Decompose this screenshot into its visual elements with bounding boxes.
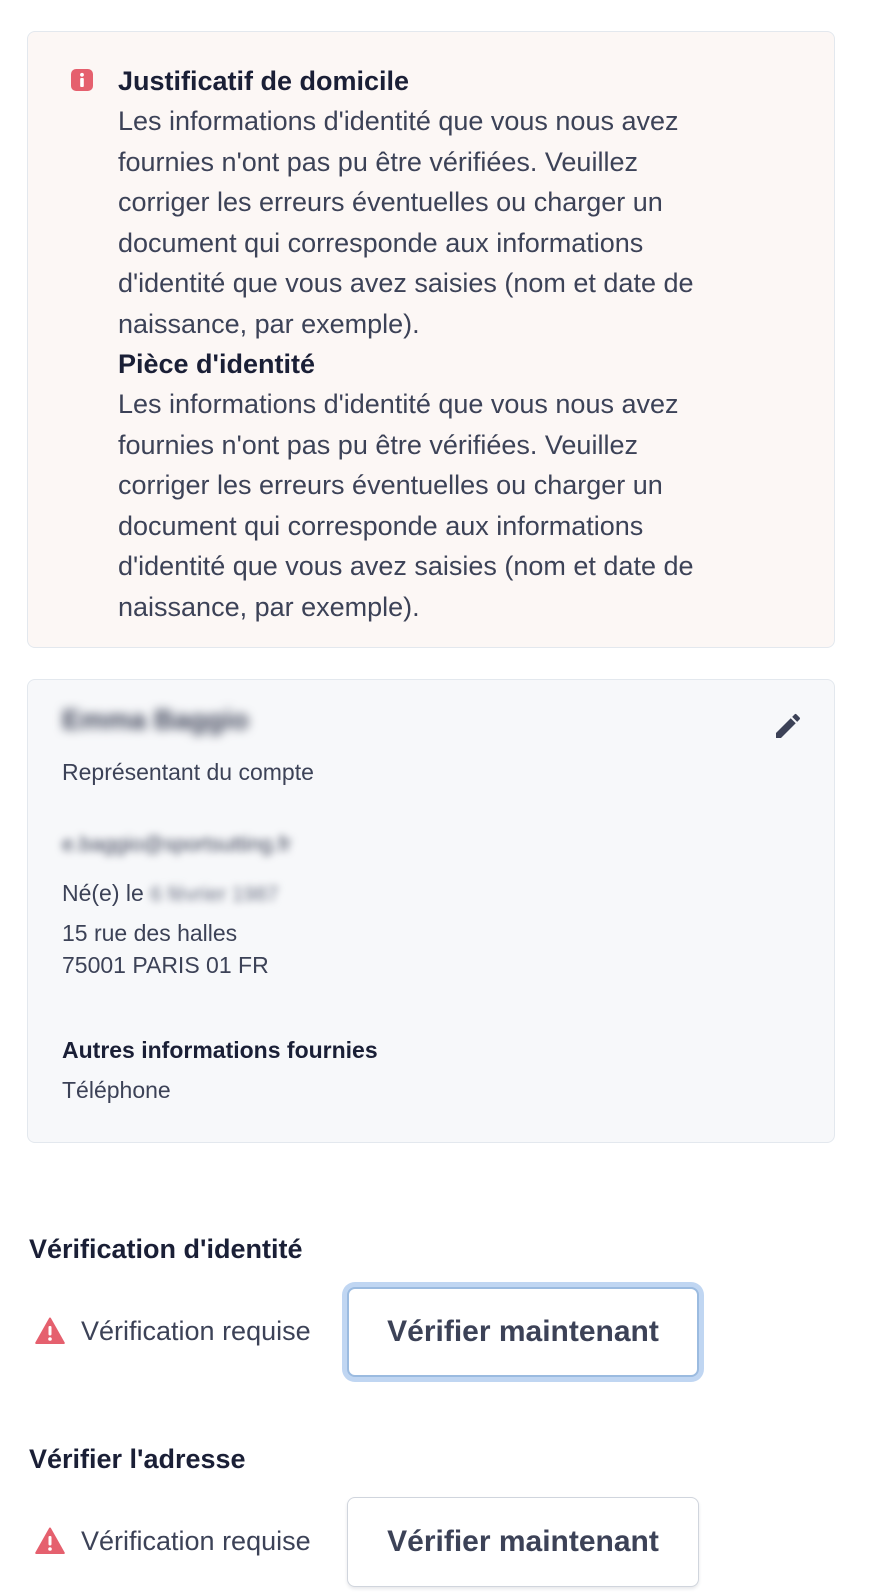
alert-text-proof-of-address: Les informations d'identité que vous nou… (118, 101, 808, 344)
alert-text-line: corriger les erreurs éventuelles ou char… (118, 470, 663, 500)
identity-verification-status: Vérification requise (35, 1311, 311, 1351)
account-representative-card: Emma Baggio Représentant du compte e.bag… (27, 679, 835, 1143)
alert-text-line: fournies n'ont pas pu être vérifiées. Ve… (118, 146, 638, 177)
person-name: Emma Baggio (62, 704, 249, 735)
alert-text-line: document qui corresponde aux information… (118, 510, 644, 541)
alert-title-proof-of-address: Justificatif de domicile (118, 66, 410, 96)
alert-text-line: Les informations d'identité que vous nou… (118, 389, 679, 419)
pencil-icon[interactable] (772, 710, 804, 742)
status-text: Vérification requise (81, 1525, 311, 1556)
alert-text-line: fournies n'ont pas pu être vérifiées. Ve… (118, 429, 638, 460)
verify-identity-button[interactable]: Vérifier maintenant (347, 1287, 699, 1377)
page: Justificatif de domicile Les information… (0, 0, 880, 1594)
verify-address-button[interactable]: Vérifier maintenant (347, 1497, 699, 1587)
status-text: Vérification requise (81, 1315, 311, 1346)
other-info-title: Autres informations fournies (62, 1037, 378, 1063)
person-email: e.baggio@sportsutting.fr (62, 833, 292, 856)
address-line-1: 15 rue des halles (62, 920, 238, 946)
dob-value: 6 février 1987 (150, 883, 279, 906)
alert-text-line: corriger les erreurs éventuelles ou char… (118, 187, 663, 217)
person-dob: Né(e) le 6 février 1987 (62, 877, 279, 911)
alert-text-id-document: Les informations d'identité que vous nou… (118, 384, 808, 627)
identity-verification-title: Vérification d'identité (29, 1234, 303, 1264)
warning-icon (35, 1317, 65, 1344)
alert-text-line: Les informations d'identité que vous nou… (118, 106, 679, 136)
alert-text-line: document qui corresponde aux information… (118, 227, 644, 258)
info-icon (71, 69, 93, 91)
alert-text-line: naissance, par exemple). (118, 308, 420, 339)
warning-icon (35, 1527, 65, 1554)
alert-title-id-document: Pièce d'identité (118, 349, 315, 379)
alert-text-line: d'identité que vous avez saisies (nom et… (118, 268, 694, 298)
alert-text-line: d'identité que vous avez saisies (nom et… (118, 551, 694, 581)
verification-error-alert: Justificatif de domicile Les information… (27, 31, 835, 648)
alert-text-line: naissance, par exemple). (118, 591, 420, 622)
person-role: Représentant du compte (62, 759, 314, 785)
alert-body: Justificatif de domicile Les information… (118, 61, 808, 627)
address-line-2: 75001 PARIS 01 FR (62, 952, 269, 978)
address-verification-status: Vérification requise (35, 1521, 311, 1561)
other-info-value: Téléphone (62, 1077, 171, 1103)
dob-label: Né(e) le (62, 880, 144, 906)
address-verification-title: Vérifier l'adresse (29, 1444, 246, 1474)
